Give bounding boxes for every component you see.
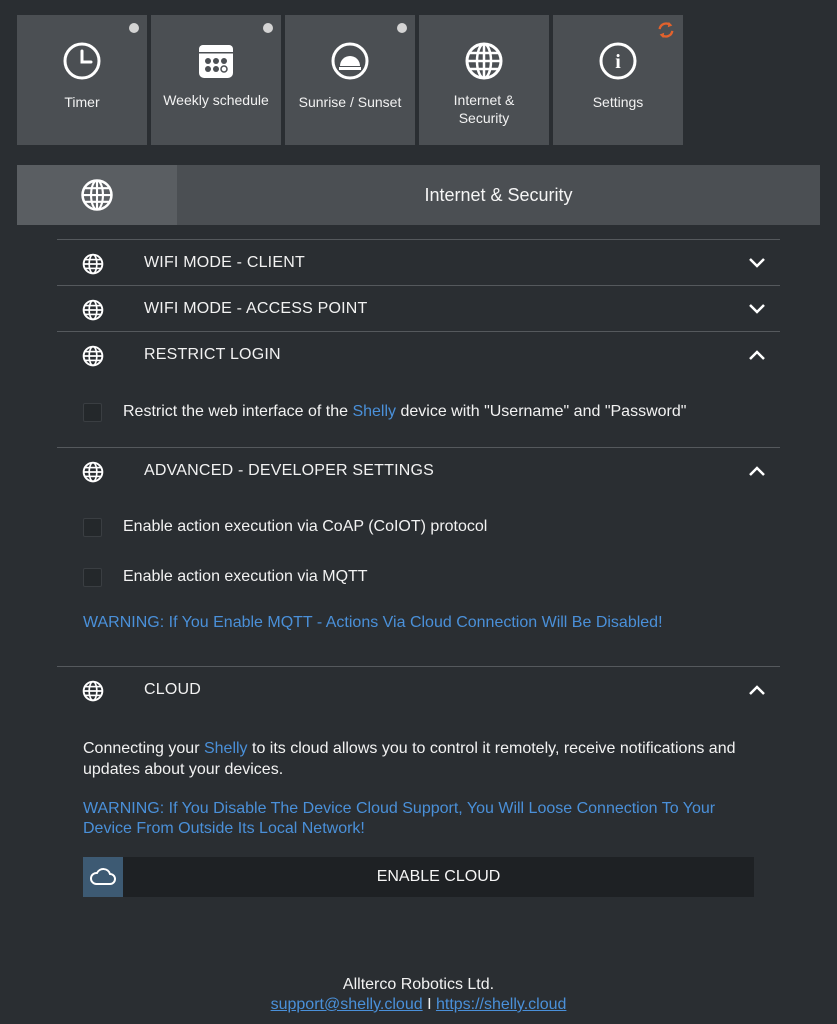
coap-option: Enable action execution via CoAP (CoIOT)… xyxy=(57,502,487,552)
settings-accordion: WIFI MODE - CLIENT WIFI MODE - ACCESS PO… xyxy=(57,239,780,912)
cloud-description: Connecting your Shelly to its cloud allo… xyxy=(83,738,763,780)
info-icon: i xyxy=(599,42,637,80)
cloud-body: Connecting your Shelly to its cloud allo… xyxy=(57,712,780,912)
globe-icon xyxy=(465,42,503,80)
mqtt-warning: WARNING: If You Enable MQTT - Actions Vi… xyxy=(83,614,663,631)
support-email-link[interactable]: support@shelly.cloud xyxy=(271,996,423,1013)
mqtt-option: Enable action execution via MQTT xyxy=(57,552,368,602)
label-text: device with "Username" and "Password" xyxy=(396,403,687,420)
label-text: Restrict the web interface of the xyxy=(123,403,353,420)
chevron-up-icon xyxy=(749,350,765,360)
restrict-login-option: Restrict the web interface of the Shelly… xyxy=(57,387,686,437)
tile-sunrise-sunset[interactable]: Sunrise / Sunset xyxy=(285,15,415,145)
accordion-advanced-developer[interactable]: ADVANCED - DEVELOPER SETTINGS xyxy=(57,447,780,493)
tile-label: Settings xyxy=(592,94,644,110)
accordion-wifi-client[interactable]: WIFI MODE - CLIENT xyxy=(57,239,780,285)
svg-text:i: i xyxy=(615,51,621,73)
accordion-title: WIFI MODE - ACCESS POINT xyxy=(144,299,368,317)
globe-icon xyxy=(82,299,104,321)
enable-cloud-label: ENABLE CLOUD xyxy=(376,868,501,885)
accordion-wifi-access-point[interactable]: WIFI MODE - ACCESS POINT xyxy=(57,285,780,331)
feature-tiles: Timer Weekly schedule Sunrise / Sunset I… xyxy=(17,15,683,145)
tile-label: Timer xyxy=(64,94,100,110)
mqtt-checkbox[interactable] xyxy=(83,567,102,587)
tile-settings[interactable]: i Settings xyxy=(553,15,683,145)
restrict-login-checkbox[interactable] xyxy=(83,402,102,422)
status-dot xyxy=(263,23,273,33)
tile-weekly-schedule[interactable]: Weekly schedule xyxy=(151,15,281,145)
globe-icon xyxy=(82,461,104,483)
accordion-restrict-login[interactable]: RESTRICT LOGIN xyxy=(57,331,780,377)
globe-icon xyxy=(82,680,104,702)
tile-label: Weekly schedule xyxy=(163,92,269,108)
chevron-down-icon xyxy=(749,304,765,314)
mqtt-label: Enable action execution via MQTT xyxy=(123,568,368,585)
accordion-title: CLOUD xyxy=(144,680,202,698)
tile-label: Internet & Security xyxy=(453,92,515,126)
cloud-icon xyxy=(90,868,116,885)
accordion-title: RESTRICT LOGIN xyxy=(144,345,281,363)
company-name: Allterco Robotics Ltd. xyxy=(342,976,495,993)
globe-icon xyxy=(81,179,113,211)
cloud-icon-box xyxy=(83,857,123,897)
accordion-title: WIFI MODE - CLIENT xyxy=(144,253,305,271)
section-title: Internet & Security xyxy=(424,185,573,205)
tile-timer[interactable]: Timer xyxy=(17,15,147,145)
coap-label: Enable action execution via CoAP (CoIOT)… xyxy=(123,518,488,535)
tile-label: Sunrise / Sunset xyxy=(298,94,402,110)
accordion-cloud[interactable]: CLOUD xyxy=(57,666,780,712)
cloud-warning: WARNING: If You Disable The Device Cloud… xyxy=(83,800,716,837)
section-icon-box xyxy=(17,165,177,225)
footer: Allterco Robotics Ltd. support@shelly.cl… xyxy=(0,975,837,1015)
sunrise-icon xyxy=(331,42,369,80)
shelly-link[interactable]: Shelly xyxy=(204,740,248,757)
restrict-login-label: Restrict the web interface of the Shelly… xyxy=(123,403,686,421)
chevron-down-icon xyxy=(749,258,765,268)
clock-icon xyxy=(63,42,101,80)
footer-separator: I xyxy=(422,996,436,1013)
status-dot xyxy=(129,23,139,33)
globe-icon xyxy=(82,253,104,275)
enable-cloud-button[interactable]: ENABLE CLOUD xyxy=(83,857,754,897)
footer-links: support@shelly.cloud I https://shelly.cl… xyxy=(0,995,837,1015)
tile-internet-security[interactable]: Internet & Security xyxy=(419,15,549,145)
accordion-title: ADVANCED - DEVELOPER SETTINGS xyxy=(144,461,435,479)
chevron-up-icon xyxy=(749,685,765,695)
advanced-body: Enable action execution via CoAP (CoIOT)… xyxy=(57,493,780,666)
globe-icon xyxy=(82,345,104,367)
status-dot xyxy=(397,23,407,33)
section-header: Internet & Security xyxy=(17,165,820,225)
coap-checkbox[interactable] xyxy=(83,517,102,537)
website-link[interactable]: https://shelly.cloud xyxy=(436,996,566,1013)
refresh-icon xyxy=(658,21,674,39)
calendar-icon xyxy=(199,45,233,78)
description-text: Connecting your xyxy=(83,740,204,757)
chevron-up-icon xyxy=(749,466,765,476)
shelly-link[interactable]: Shelly xyxy=(352,403,396,420)
restrict-login-body: Restrict the web interface of the Shelly… xyxy=(57,377,780,447)
